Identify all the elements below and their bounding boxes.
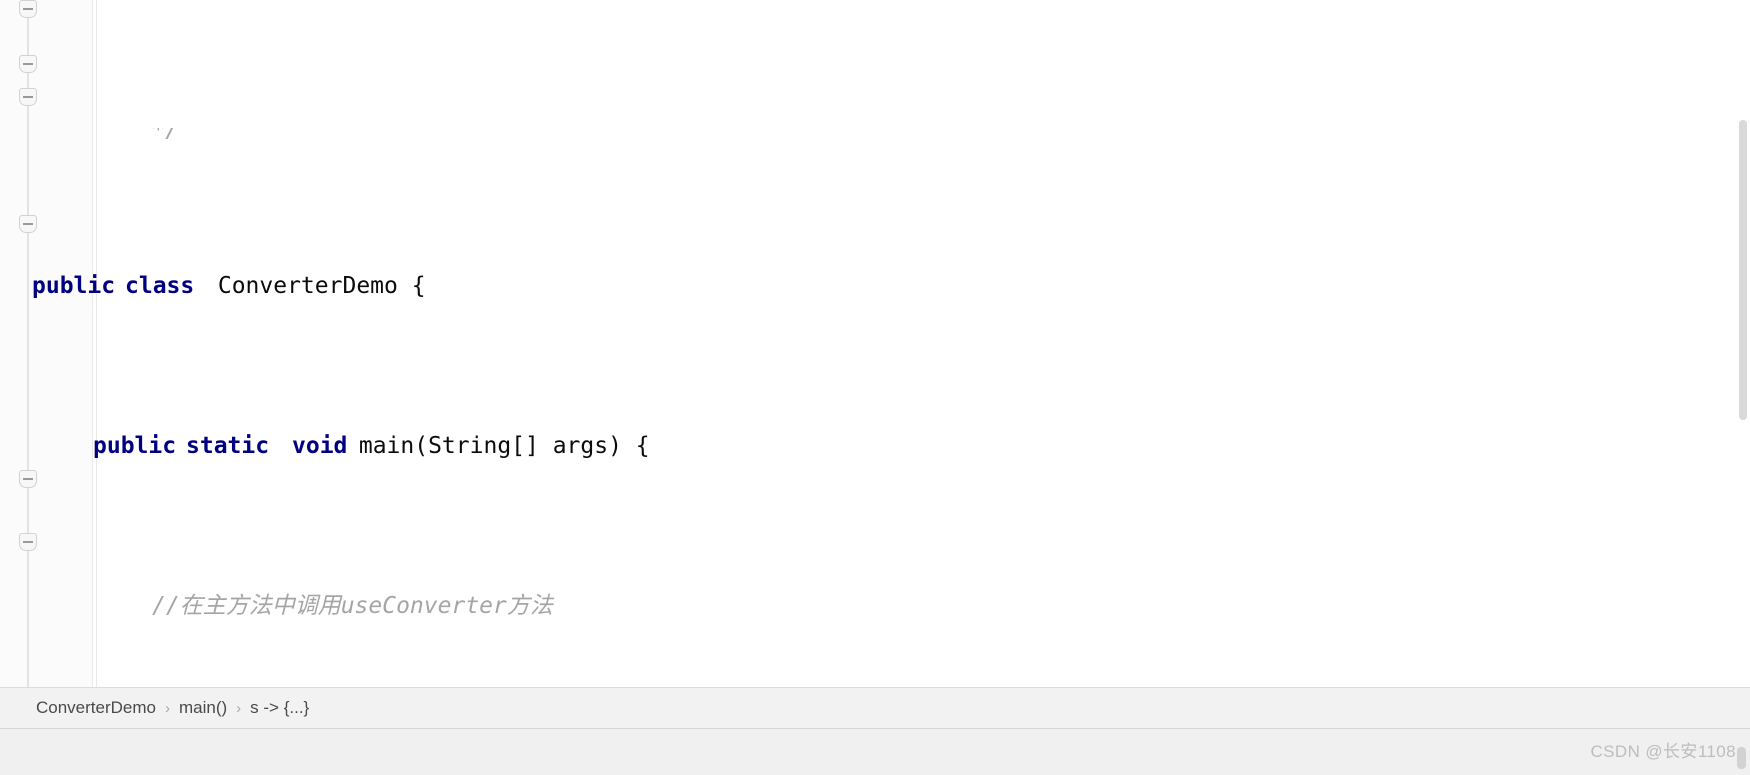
status-strip: CSDN @长安1108: [0, 728, 1750, 775]
code-line[interactable]: public static void main(String[] args) {: [0, 430, 1750, 462]
code-token-keyword: class: [125, 273, 195, 299]
code-line[interactable]: */: [0, 128, 1750, 142]
code-text: */: [96, 128, 180, 142]
code-token-keyword: void: [292, 433, 348, 459]
code-token-keyword: public: [32, 273, 116, 299]
watermark-text: CSDN @长安1108: [1590, 742, 1736, 761]
editor-vertical-scrollbar[interactable]: [1736, 0, 1750, 687]
code-canvas[interactable]: */ public class ConverterDemo { public s…: [0, 0, 1750, 687]
chevron-right-icon: ›: [165, 699, 170, 717]
code-line[interactable]: //在主方法中调用useConverter方法: [0, 590, 1750, 622]
breadcrumb-item-lambda[interactable]: s -> {...}: [250, 698, 309, 718]
code-token-keyword: public: [93, 433, 177, 459]
breadcrumb-item-method[interactable]: main(): [179, 698, 227, 718]
code-editor[interactable]: */ public class ConverterDemo { public s…: [0, 0, 1750, 687]
scrollbar-thumb[interactable]: [1739, 120, 1747, 420]
ide-window: */ public class ConverterDemo { public s…: [0, 0, 1750, 775]
scroll-nub[interactable]: [1737, 747, 1746, 769]
code-token-keyword: static: [186, 433, 270, 459]
breadcrumb[interactable]: ConverterDemo › main() › s -> {...}: [0, 687, 1750, 728]
code-token-classname: ConverterDemo {: [204, 273, 426, 299]
code-comment: //在主方法中调用useConverter方法: [152, 593, 553, 619]
chevron-right-icon: ›: [236, 699, 242, 717]
code-token-signature: main(String[] args) {: [345, 433, 650, 459]
breadcrumb-item-class[interactable]: ConverterDemo: [36, 698, 156, 718]
code-line[interactable]: public class ConverterDemo {: [0, 270, 1750, 302]
